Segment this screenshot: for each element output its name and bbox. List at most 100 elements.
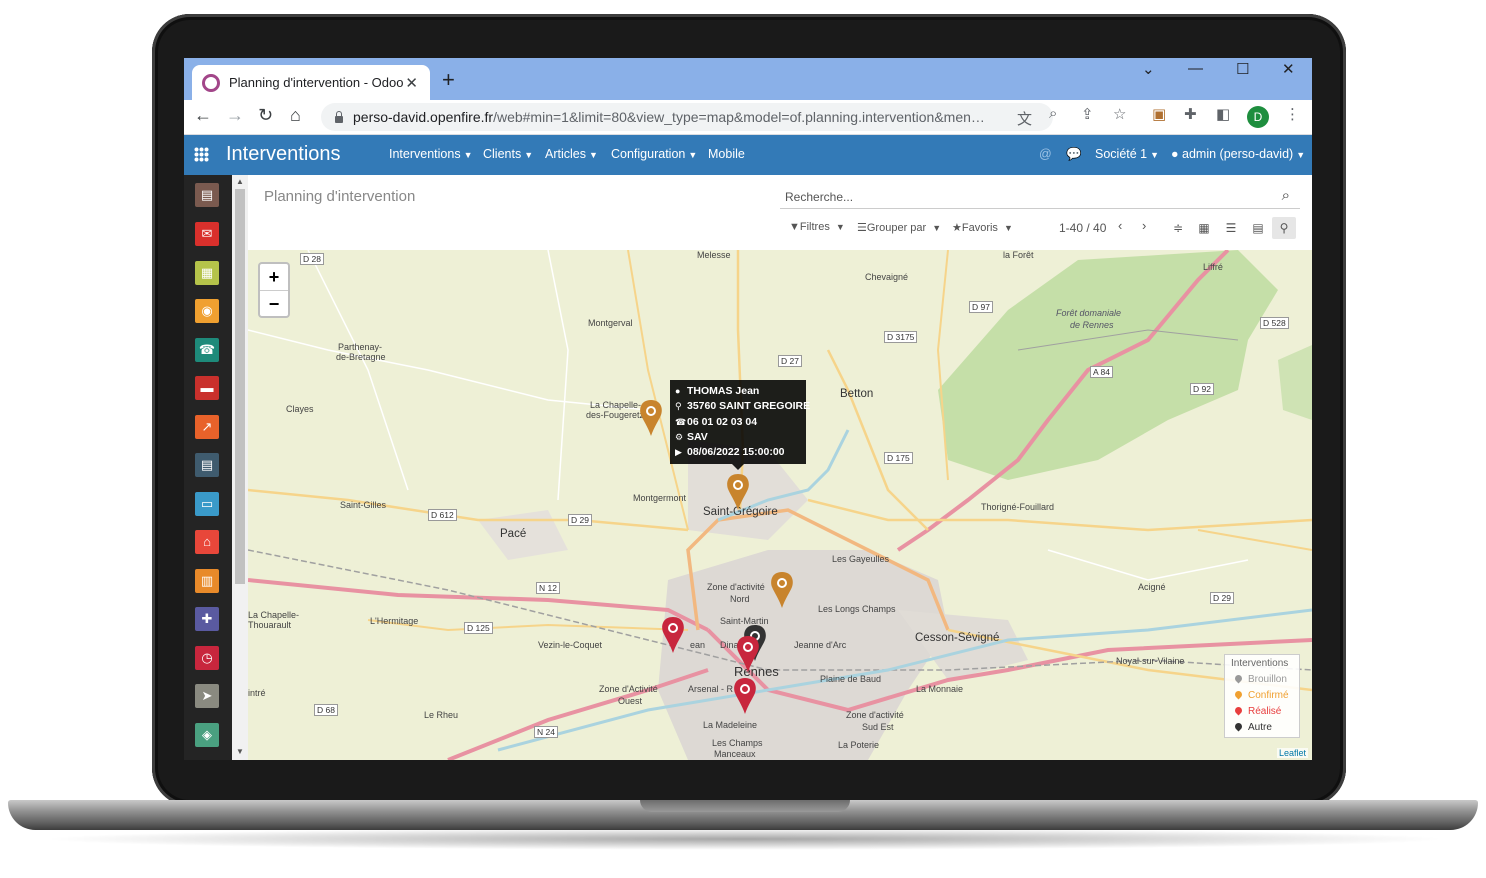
menu-configuration[interactable]: Configuration ▼ (611, 147, 697, 161)
browser-toolbar: ← → ↻ ⌂ perso-david.openfire.fr/web#min=… (184, 100, 1312, 135)
marker-orange[interactable] (640, 400, 662, 436)
scrollbar-thumb[interactable] (235, 189, 245, 584)
marker-orange[interactable] (771, 572, 793, 608)
apps-grid-icon[interactable] (194, 147, 209, 162)
zoom-icon[interactable]: ⌕ (1049, 105, 1057, 122)
truck-icon: ▶ (675, 447, 682, 458)
company-switcher[interactable]: Société 1 ▼ (1095, 147, 1159, 161)
screen: Planning d'intervention - Odoo ✕ + ⌄ — ☐… (184, 58, 1312, 760)
legend-pin-icon (1233, 721, 1244, 732)
legend-pin-icon (1233, 705, 1244, 716)
pager-value[interactable]: 1-40 / 40 (1059, 221, 1106, 235)
minimize-icon[interactable]: — (1188, 60, 1203, 77)
close-tab-icon[interactable]: ✕ (405, 74, 418, 92)
menu-interventions[interactable]: Interventions ▼ (389, 147, 473, 161)
chat-icon[interactable]: 💬 (1066, 147, 1082, 162)
marker-orange[interactable] (727, 474, 749, 510)
marker-tooltip: ● THOMAS Jean ⚲ 35760 SAINT GREGOIRE ☎06 0… (670, 380, 810, 470)
marker-red[interactable] (734, 678, 756, 714)
marker-red[interactable] (737, 636, 759, 672)
pager-prev-icon[interactable]: ‹ (1118, 218, 1122, 233)
legend-item: Brouillon (1233, 672, 1293, 688)
search-bar: ⌕ (780, 186, 1300, 209)
legend-item: Réalisé (1233, 704, 1293, 720)
discuss-app-icon[interactable]: ▤ (195, 183, 219, 207)
mail-app-icon[interactable]: ✉ (195, 222, 219, 246)
map-markers (640, 400, 793, 714)
legend-pin-icon (1233, 673, 1244, 684)
new-tab-icon[interactable]: + (442, 67, 455, 93)
quotes-app-icon[interactable]: ▥ (195, 569, 219, 593)
menu-clients[interactable]: Clients ▼ (483, 147, 533, 161)
kebab-menu-icon[interactable]: ⋮ (1285, 105, 1300, 123)
menu-mobile[interactable]: Mobile (708, 147, 745, 161)
pager-next-icon[interactable]: › (1142, 218, 1146, 233)
zoom-out-button[interactable]: − (260, 290, 288, 317)
marker-red[interactable] (662, 617, 684, 653)
search-icon[interactable]: ⌕ (1282, 187, 1290, 204)
map-view[interactable]: Melesse Chevaigné la Forêt Liffré Forêt … (248, 250, 1312, 760)
gantt-view-icon[interactable]: ≑ (1166, 217, 1190, 239)
invoicing-app-icon[interactable]: ▤ (195, 453, 219, 477)
zoom-control: + − (258, 262, 290, 318)
close-window-icon[interactable]: ✕ (1282, 60, 1295, 78)
app-title: Interventions (226, 143, 341, 165)
zoom-in-button[interactable]: + (260, 264, 288, 290)
url-text: perso-david.openfire.fr/web#min=1&limit=… (353, 109, 985, 125)
back-arrow-icon[interactable]: ← (194, 105, 212, 126)
leaflet-attribution[interactable]: Leaflet (1276, 748, 1308, 758)
calendar-app-icon[interactable]: ▦ (195, 261, 219, 285)
share-icon[interactable]: ⇪ (1081, 105, 1094, 123)
table-view-icon[interactable]: ▤ (1246, 217, 1270, 239)
documents-app-icon[interactable]: ▬ (195, 376, 219, 400)
map-marker-icon: ⚲ (675, 401, 682, 412)
bookmark-star-icon[interactable]: ☆ (1113, 105, 1126, 123)
contacts-app-icon[interactable]: ☎ (195, 338, 219, 362)
laptop-notch (640, 800, 850, 812)
tab-title: Planning d'intervention - Odoo (229, 75, 404, 90)
calendar-view-icon[interactable]: ▦ (1192, 217, 1216, 239)
inventory-app-icon[interactable]: ⌂ (195, 530, 219, 554)
home-icon[interactable]: ⌂ (290, 105, 301, 126)
legend-item: Autre (1233, 720, 1293, 736)
tab-search-chevron-icon[interactable]: ⌄ (1142, 60, 1155, 78)
app-sidebar: ▤ ✉ ▦ ◉ ☎ ▬ ↗ ▤ ▭ ⌂ ▥ ✚ ◷ ➤ ◈ (184, 175, 232, 760)
filters-button[interactable]: ▼Filtres ▼ (789, 221, 845, 233)
lock-icon (335, 110, 343, 123)
reporting-app-icon[interactable]: ↗ (195, 415, 219, 439)
puzzle-icon[interactable]: ✚ (1184, 105, 1197, 123)
map-app-icon[interactable]: ◉ (195, 299, 219, 323)
tag-app-icon[interactable]: ◈ (195, 723, 219, 747)
send-app-icon[interactable]: ➤ (195, 684, 219, 708)
favorites-button[interactable]: ★Favoris ▼ (952, 221, 1013, 234)
groupby-button[interactable]: ☰Grouper par ▼ (857, 221, 941, 234)
maximize-icon[interactable]: ☐ (1236, 60, 1249, 78)
sidebar-scrollbar[interactable]: ▲ ▼ (232, 175, 248, 760)
profile-avatar[interactable]: D (1247, 106, 1269, 128)
apps-puzzle-icon[interactable]: ✚ (195, 607, 219, 631)
map-view-icon[interactable]: ⚲ (1272, 217, 1296, 239)
extension-icon[interactable]: ▣ (1152, 105, 1166, 123)
list-view-icon[interactable]: ☰ (1219, 217, 1243, 239)
reload-icon[interactable]: ↻ (258, 105, 273, 126)
browser-tab[interactable]: Planning d'intervention - Odoo ✕ (192, 65, 430, 100)
search-input[interactable] (780, 189, 1267, 205)
laptop-shadow (40, 828, 1450, 850)
scroll-up-icon[interactable]: ▲ (236, 177, 244, 186)
menu-articles[interactable]: Articles ▼ (545, 147, 598, 161)
cogs-icon: ⚙ (675, 431, 684, 442)
timesheet-app-icon[interactable]: ◷ (195, 646, 219, 670)
tooltip-type: SAV (687, 430, 708, 443)
forward-arrow-icon[interactable]: → (226, 105, 244, 126)
payment-app-icon[interactable]: ▭ (195, 492, 219, 516)
user-menu[interactable]: ● admin (perso-david) ▼ (1171, 147, 1305, 161)
at-mention-icon[interactable]: @ (1039, 147, 1052, 161)
side-panel-icon[interactable]: ◧ (1216, 105, 1230, 123)
odoo-favicon-icon (202, 73, 220, 92)
translate-icon[interactable]: 文 (1017, 108, 1032, 129)
address-bar[interactable]: perso-david.openfire.fr/web#min=1&limit=… (321, 103, 1053, 131)
phone-icon: ☎ (675, 416, 687, 427)
tooltip-address: 35760 SAINT GREGOIRE (687, 400, 811, 413)
tooltip-date: 08/06/2022 15:00:00 (687, 446, 785, 459)
scroll-down-icon[interactable]: ▼ (236, 747, 244, 756)
